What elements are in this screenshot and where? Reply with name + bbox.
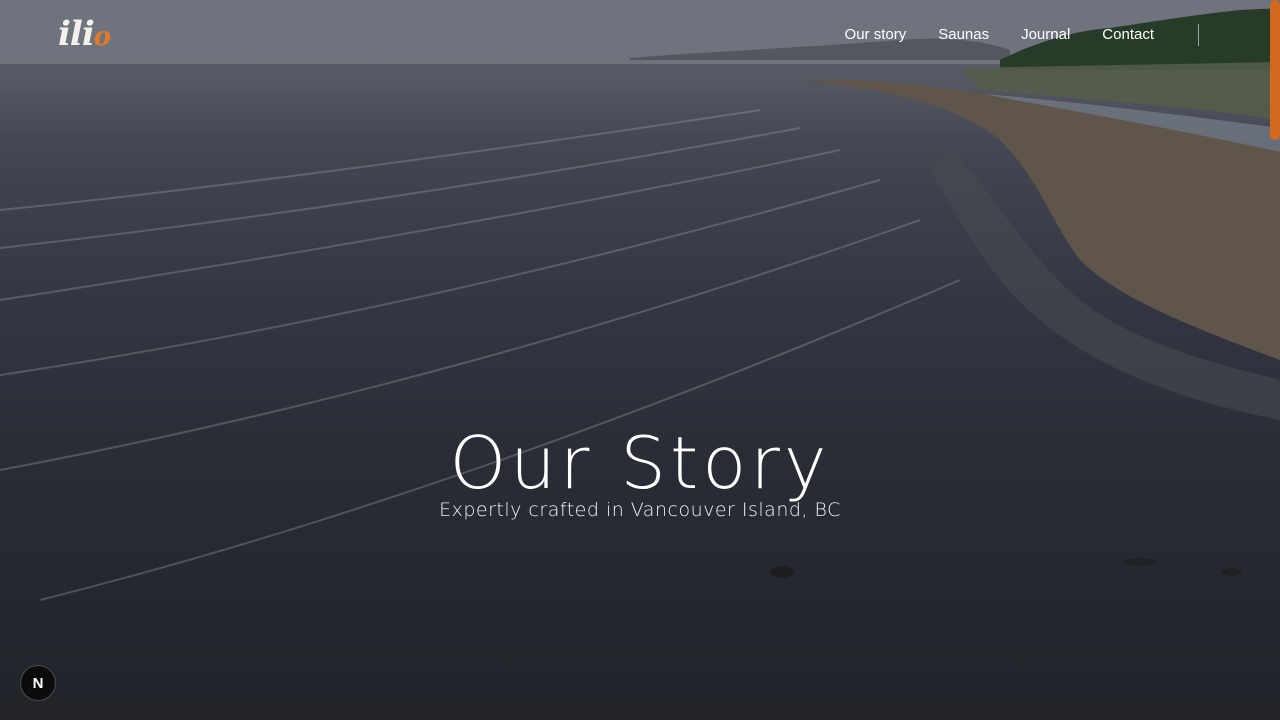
hero-subtitle: Expertly crafted in Vancouver Island, BC [439, 499, 841, 521]
scrollbar-thumb[interactable] [1270, 0, 1280, 140]
scrollbar-track[interactable] [1268, 0, 1280, 720]
hero-title: Our Story [449, 421, 831, 506]
nav-link-saunas[interactable]: Saunas [938, 24, 989, 46]
nav-link-journal[interactable]: Journal [1021, 24, 1070, 46]
nav-link-our-story[interactable]: Our story [845, 24, 907, 46]
logo-text: ili [58, 14, 95, 54]
brand-logo[interactable]: ilio [58, 12, 111, 59]
site-header: ilio Our story Saunas Journal Contact [0, 0, 1280, 70]
hero-background-image [0, 0, 1280, 720]
page: ilio Our story Saunas Journal Contact Ou… [0, 0, 1280, 720]
dev-badge-label: N [32, 674, 44, 692]
main-nav: Our story Saunas Journal Contact [845, 24, 1154, 46]
nav-link-contact[interactable]: Contact [1102, 24, 1154, 46]
logo-accent-letter: o [93, 22, 111, 52]
dark-overlay [0, 0, 1280, 720]
nav-divider [1198, 24, 1199, 46]
nextjs-icon[interactable]: N [21, 666, 55, 700]
